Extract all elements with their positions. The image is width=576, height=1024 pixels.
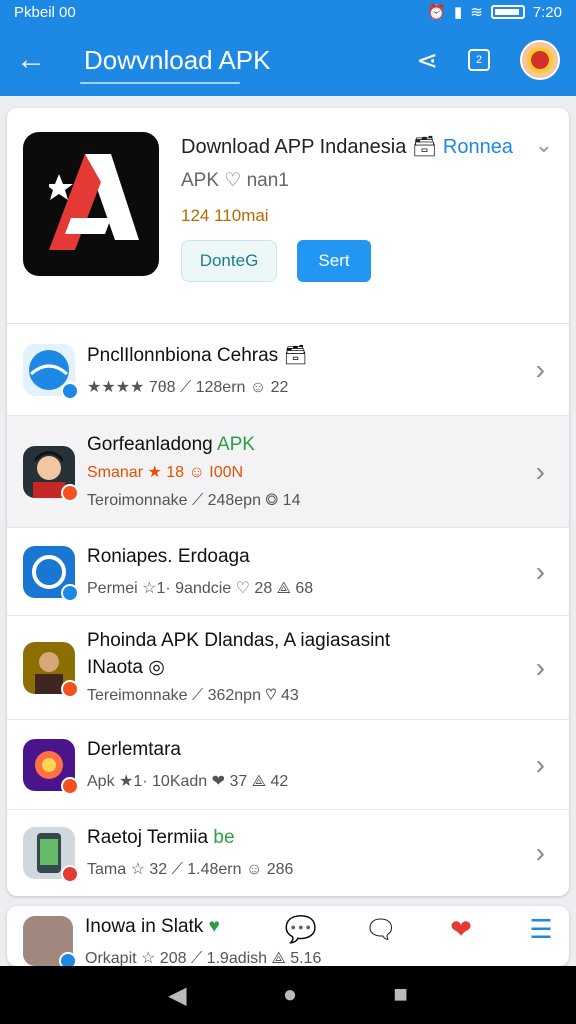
item-meta: Orkapit ☆ 208 ⟋ 1.9adish ⟁ 5.16 <box>85 950 322 966</box>
system-nav-bar: ◀ ● ■ <box>0 966 576 1024</box>
back-arrow-icon[interactable]: ← <box>16 43 56 77</box>
badge-icon <box>61 679 79 698</box>
featured-subtitle: APK ♡ nan1 <box>181 170 289 191</box>
item-meta: Tereimonnake ⟋ 362npn ♡ 43 <box>87 687 299 704</box>
featured-title-accent: Ronnea <box>442 136 513 158</box>
home-icon[interactable]: ● <box>283 981 298 1009</box>
alarm-icon: ⏰ <box>427 4 446 21</box>
item-text: Raetoj Termiia be Tama ☆ 32 ⟋ 1.48ern ☺ … <box>87 827 553 879</box>
window-icon[interactable]: 2 <box>468 49 490 71</box>
app-icon <box>23 343 79 400</box>
featured-size: 124 110mai <box>181 206 269 225</box>
item-meta: Apk ★1· 10Kadn ❤ 37 ⟁ 42 <box>87 772 289 790</box>
item-title-accent: APK <box>216 433 255 455</box>
item-title: Roniapes. Erdoaga <box>87 546 553 568</box>
featured-buttons: DonteG Sert <box>181 240 553 282</box>
item-title-text: Inowa in Slatk <box>85 916 204 937</box>
item-title-text: Raetoj Termiia <box>87 827 209 848</box>
item-meta: Tama ☆ 32 ⟋ 1.48ern ☺ 286 <box>87 861 294 878</box>
featured-app[interactable]: Download APP Indanesia 🗃 Ronnea APK ♡ na… <box>7 108 569 324</box>
heart-chat-icon[interactable]: ❤ <box>443 914 479 945</box>
message-icon[interactable]: 🗨 <box>363 914 399 945</box>
featured-badge-icon: 🗃 <box>411 136 438 158</box>
app-icon <box>23 916 77 966</box>
item-meta: ★★★★ 7θ8 ⟋ 128ern ☺ 22 <box>87 378 289 396</box>
status-time: 7:20 <box>532 3 562 21</box>
app-icon <box>23 641 79 698</box>
app-bar-actions: ⋖ 2 <box>416 40 560 80</box>
item-title-accent: be <box>213 827 235 848</box>
primary-button[interactable]: Sert <box>297 240 371 282</box>
item-title-line2: INaota ◎ <box>87 657 165 678</box>
chevron-right-icon[interactable]: › <box>536 556 545 588</box>
item-text: PnclIlonnbiona Cehras 🗃 ★★★★ 7θ8 ⟋ 128er… <box>87 343 553 397</box>
signal-icon: ▮ <box>453 4 463 21</box>
featured-logo-icon <box>49 154 139 250</box>
verified-badge-icon <box>61 583 79 602</box>
app-icon <box>23 738 79 795</box>
bottom-card: Inowa in Slatk ♥ Orkapit ☆ 208 ⟋ 1.9adis… <box>7 906 569 966</box>
item-text: Derlemtara Apk ★1· 10Kadn ❤ 37 ⟁ 42 <box>87 739 553 791</box>
app-icon <box>23 445 79 502</box>
chevron-right-icon[interactable]: › <box>536 837 545 869</box>
avatar-image <box>527 47 553 73</box>
chevron-right-icon[interactable]: › <box>536 354 545 386</box>
comment-icon[interactable]: 💬 <box>283 914 319 945</box>
item-title-text: Gorfeanladong <box>87 433 213 455</box>
item-title-accent: Erdoaga <box>177 545 250 567</box>
list-item[interactable]: Derlemtara Apk ★1· 10Kadn ❤ 37 ⟁ 42 › <box>7 720 569 810</box>
app-list-card: Download APP Indanesia 🗃 Ronnea APK ♡ na… <box>7 108 569 896</box>
list-item[interactable]: Phoinda APK Dlandas, A iagiasasint INaot… <box>7 616 569 720</box>
item-meta: Permei ☆1· 9andcie ♡ 28 ⟁ 68 <box>87 579 314 597</box>
list-item[interactable]: Roniapes. Erdoaga Permei ☆1· 9andcie ♡ 2… <box>7 528 569 616</box>
list-item[interactable]: Raetoj Termiia be Tama ☆ 32 ⟋ 1.48ern ☺ … <box>7 810 569 896</box>
item-text: Roniapes. Erdoaga Permei ☆1· 9andcie ♡ 2… <box>87 546 553 598</box>
chevron-right-icon[interactable]: › <box>536 456 545 488</box>
featured-title-text: Download APP Indanesia <box>181 136 407 158</box>
item-title: PnclIlonnbiona Cehras 🗃 <box>87 343 553 367</box>
share-icon[interactable]: ⋖ <box>416 45 438 76</box>
heart-badge-icon: ♥ <box>208 916 220 937</box>
featured-app-info: Download APP Indanesia 🗃 Ronnea APK ♡ na… <box>181 132 553 299</box>
list-item[interactable]: Gorfeanladong APK Smanar ★ 18 ☺ I00N Ter… <box>7 416 569 528</box>
status-icons: ⏰ ▮ ≋ 7:20 <box>427 3 562 22</box>
recents-icon[interactable]: ■ <box>393 981 408 1009</box>
app-icon <box>23 827 79 883</box>
item-title: Derlemtara <box>87 738 181 760</box>
item-meta-secondary: Teroimonnake ⟋ 248epn ◎ 14 <box>87 491 301 509</box>
back-icon[interactable]: ◀ <box>168 981 186 1010</box>
chevron-right-icon[interactable]: › <box>536 652 545 684</box>
featured-app-icon <box>23 132 159 276</box>
app-icon <box>23 545 79 602</box>
secondary-button[interactable]: DonteG <box>181 240 277 282</box>
badge-icon <box>61 483 79 502</box>
bottom-nav: 💬 🗨 ❤ ☰ <box>283 914 559 945</box>
item-title-text: Roniapes. <box>87 545 173 567</box>
item-text: Gorfeanladong APK Smanar ★ 18 ☺ I00N Ter… <box>87 434 553 510</box>
item-title: Raetoj Termiia be <box>87 827 553 849</box>
verified-badge-icon <box>61 381 79 400</box>
box-icon: 🗃 <box>283 344 308 366</box>
item-title: Gorfeanladong APK <box>87 434 553 456</box>
featured-app-title: Download APP Indanesia 🗃 Ronnea <box>181 134 553 159</box>
list-item[interactable]: PnclIlonnbiona Cehras 🗃 ★★★★ 7θ8 ⟋ 128er… <box>7 324 569 416</box>
verified-badge-icon <box>59 952 77 966</box>
page-title: Dowvnload APK <box>79 45 416 84</box>
battery-icon <box>490 5 525 19</box>
item-text: Phoinda APK Dlandas, A iagiasasint INaot… <box>87 630 553 705</box>
wifi-icon: ≋ <box>470 4 483 21</box>
item-title-text: PnclIlonnbiona Cehras <box>87 344 279 366</box>
badge-icon <box>61 776 79 795</box>
status-left-text: Pkbeil 00 <box>14 3 76 21</box>
menu-icon[interactable]: ☰ <box>523 914 559 945</box>
item-meta: Smanar ★ 18 ☺ I00N <box>87 463 244 481</box>
chevron-down-icon[interactable]: ⌄ <box>535 132 553 158</box>
badge-icon <box>61 865 79 883</box>
item-title: Phoinda APK Dlandas, A iagiasasint <box>87 630 391 651</box>
chevron-right-icon[interactable]: › <box>536 749 545 781</box>
avatar[interactable] <box>520 40 560 80</box>
status-bar: Pkbeil 00 ⏰ ▮ ≋ 7:20 <box>0 0 576 24</box>
app-bar: ← Dowvnload APK ⋖ 2 <box>0 24 576 96</box>
